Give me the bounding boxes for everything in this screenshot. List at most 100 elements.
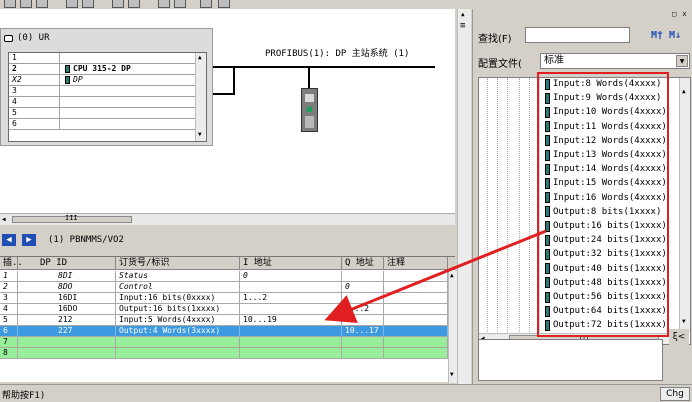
rack-row[interactable]: 5	[9, 108, 195, 119]
rack-row[interactable]: 4	[9, 97, 195, 108]
table-cell-q	[342, 315, 384, 326]
column-header-comment[interactable]: 注释	[384, 257, 448, 270]
table-cell-slot: 2	[0, 282, 18, 293]
grid-icon[interactable]	[174, 0, 186, 8]
table-cell-i	[240, 282, 342, 293]
scroll-up-icon[interactable]: ▲	[461, 11, 465, 18]
table-cell-q: 10...17	[342, 326, 384, 337]
catalog-icon[interactable]	[158, 0, 170, 8]
scroll-left-icon[interactable]: ◀	[2, 216, 6, 223]
table-cell-i	[240, 304, 342, 315]
table-row[interactable]: 3 16DI Input:16 bits(0xxxx) 1...2	[0, 293, 448, 304]
cpu-module-icon	[65, 65, 70, 73]
back-button[interactable]: ◀	[2, 234, 16, 246]
status-help: 帮助按F1)	[2, 391, 46, 401]
column-header-dpid[interactable]: DP ID	[18, 257, 116, 270]
table-cell-q: 0	[342, 282, 384, 293]
forward-button[interactable]: ▶	[22, 234, 36, 246]
dp-slave-icon[interactable]	[301, 88, 318, 132]
table-cell-q	[342, 348, 384, 359]
save-icon[interactable]	[36, 0, 48, 8]
rack-row[interactable]: 1	[9, 53, 195, 64]
paste-icon[interactable]	[128, 0, 140, 8]
find-input[interactable]	[525, 27, 630, 43]
rack-row[interactable]: 3	[9, 86, 195, 97]
slot-table: 插.. DP ID 订货号/标识 I 地址 Q 地址 注释 1 8DI Status…	[0, 256, 457, 383]
panel-window-buttons[interactable]: □ x	[672, 10, 690, 19]
table-cell-c	[384, 293, 448, 304]
scroll-up-icon[interactable]: ▲	[198, 54, 202, 61]
table-cell-slot: 4	[0, 304, 18, 315]
table-row[interactable]: 8	[0, 348, 448, 359]
scroll-up-icon[interactable]: ▲	[682, 88, 686, 95]
rack-slot: X2	[12, 75, 22, 84]
table-cell-i: 0	[240, 271, 342, 282]
profibus-label: PROFIBUS(1): DP 主站系统 (1)	[265, 49, 410, 59]
profile-select[interactable]: 标准 ▼	[540, 53, 690, 69]
table-cell-c	[384, 315, 448, 326]
canvas-horizontal-scrollbar[interactable]: ◀ III	[0, 213, 455, 225]
table-row[interactable]: 5 212 Input:5 Words(4xxxx) 10...19	[0, 315, 448, 326]
table-cell-c	[384, 282, 448, 293]
scroll-up-icon[interactable]: ▲	[450, 272, 454, 279]
table-cell-q	[342, 271, 384, 282]
rack-module: DP	[73, 75, 83, 84]
table-cell-c	[384, 337, 448, 348]
table-header: 插.. DP ID 订货号/标识 I 地址 Q 地址 注释	[0, 257, 455, 270]
tree-vertical-scrollbar[interactable]: ▲ ▼	[679, 78, 690, 333]
main-vertical-scrollbar[interactable]: ▲ ≡	[457, 9, 471, 384]
table-cell-order: Status	[116, 271, 240, 282]
open-icon[interactable]	[20, 0, 32, 8]
column-header-q-address[interactable]: Q 地址	[342, 257, 384, 270]
rack-row[interactable]: X2 DP	[9, 75, 195, 86]
bus-connector	[233, 66, 235, 94]
rack-window[interactable]: (0) UR 1 2 CPU 315-2 DP X2 DP 3 4 5 6 ▲ ▼	[0, 28, 213, 146]
scroll-thumb[interactable]: III	[12, 214, 132, 223]
table-cell-i	[240, 337, 342, 348]
table-cell-slot: 7	[0, 337, 18, 348]
table-cell-order: Input:5 Words(4xxxx)	[116, 315, 240, 326]
help-icon[interactable]	[218, 0, 230, 8]
bus-connector	[213, 93, 235, 95]
rack-slot: 3	[12, 86, 17, 95]
table-cell-dpid	[18, 337, 116, 348]
table-row[interactable]: 6 227 Output:4 Words(3xxxx) 10...17	[0, 326, 448, 337]
chevron-down-icon[interactable]: ▼	[676, 55, 688, 67]
table-cell-order: Output:16 bits(1xxxx)	[116, 304, 240, 315]
rack-row[interactable]: 2 CPU 315-2 DP	[9, 64, 195, 75]
scroll-down-icon[interactable]: ▼	[450, 371, 454, 378]
scroll-down-icon[interactable]: ▼	[198, 131, 202, 138]
table-row[interactable]: 7	[0, 337, 448, 348]
compile-icon[interactable]	[66, 0, 78, 8]
scroll-down-icon[interactable]: ▼	[682, 318, 686, 325]
table-row[interactable]: 1 8DI Status 0	[0, 271, 448, 282]
detail-title: (1) PBNMMS/VO2	[48, 235, 124, 245]
rack-slot: 4	[12, 97, 17, 106]
copy-icon[interactable]	[112, 0, 124, 8]
table-cell-c	[384, 348, 448, 359]
info-toggle-button[interactable]: ξ<	[669, 329, 689, 347]
new-icon[interactable]	[4, 0, 16, 8]
table-cell-dpid: 212	[18, 315, 116, 326]
table-row[interactable]: 4 16DO Output:16 bits(1xxxx) 1...2	[0, 304, 448, 315]
bus-connector	[308, 66, 310, 90]
table-cell-i	[240, 348, 342, 359]
rack-row[interactable]: 6	[9, 119, 195, 130]
download-icon[interactable]	[82, 0, 94, 8]
rack-slot: 1	[12, 53, 17, 62]
table-cell-dpid: 16DI	[18, 293, 116, 304]
table-row[interactable]: 2 8DO Control 0	[0, 282, 448, 293]
highlight-box	[537, 72, 669, 337]
table-scrollbar[interactable]: ▲ ▼	[448, 271, 457, 383]
find-buttons[interactable]: M† M↓	[651, 30, 681, 41]
network-view-icon[interactable]	[200, 0, 212, 8]
column-header-slot[interactable]: 插..	[0, 257, 23, 270]
station-canvas[interactable]: (0) UR 1 2 CPU 315-2 DP X2 DP 3 4 5 6 ▲ ▼ …	[0, 9, 455, 225]
rack-scrollbar[interactable]: ▲ ▼	[195, 53, 206, 141]
table-cell-q	[342, 293, 384, 304]
splitter-icon[interactable]: ≡	[460, 21, 465, 31]
table-cell-i: 1...2	[240, 293, 342, 304]
column-header-i-address[interactable]: I 地址	[240, 257, 342, 270]
column-header-order[interactable]: 订货号/标识	[116, 257, 240, 270]
profibus-line[interactable]	[235, 66, 435, 68]
